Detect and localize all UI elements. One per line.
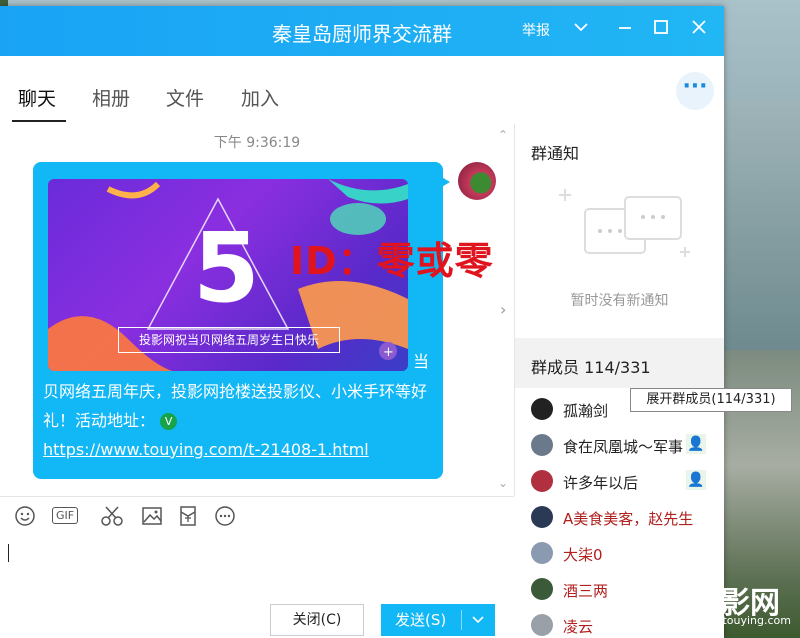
qq-group-chat-window: 秦皇岛厨师界交流群 举报 聊天 相册 文件 加入 ··· ⌃ 下午 9:36:1… xyxy=(0,6,724,638)
message-body: 贝网络五周年庆，投影网抢楼送投影仪、小米手环等好礼！活动地址： xyxy=(43,382,428,430)
redpacket-icon[interactable] xyxy=(178,505,198,531)
more-icon[interactable] xyxy=(214,505,236,531)
report-button[interactable]: 举报 xyxy=(522,20,550,40)
members-header[interactable]: 群成员 114/331 xyxy=(515,338,724,388)
member-item[interactable]: 食在凤凰城～军事 👤 xyxy=(531,432,721,462)
member-name: A美食美客，赵先生 xyxy=(563,510,694,528)
send-button[interactable]: 发送(S) xyxy=(381,604,495,636)
member-item[interactable]: A美食美客，赵先生 xyxy=(531,504,721,534)
message-text: 贝网络五周年庆，投影网抢楼送投影仪、小米手环等好礼！活动地址： V https:… xyxy=(43,377,438,464)
notice-empty-text: 暂时没有新通知 xyxy=(570,293,669,309)
avatar xyxy=(531,542,553,564)
empty-notice-illustration xyxy=(559,189,690,257)
message-input[interactable] xyxy=(0,536,514,598)
member-name: 大柒0 xyxy=(563,546,603,564)
active-tab-indicator xyxy=(12,120,66,122)
close-button[interactable]: 关闭(C) xyxy=(270,604,364,636)
background-water xyxy=(724,100,800,350)
member-name: 食在凤凰城～军事 xyxy=(563,438,684,456)
tab-chat[interactable]: 聊天 xyxy=(18,84,56,111)
avatar xyxy=(531,578,553,600)
avatar xyxy=(531,434,553,456)
message-bubble[interactable]: 5 + 投影网祝当贝网络五周岁生日快乐 当 贝网络五周年庆，投影网抢楼送投影仪、… xyxy=(33,162,443,479)
avatar xyxy=(531,506,553,528)
avatar xyxy=(531,470,553,492)
send-divider xyxy=(461,610,462,630)
member-item[interactable]: 大柒0 xyxy=(531,540,721,570)
image-icon[interactable] xyxy=(141,505,163,531)
tab-bar: 聊天 相册 文件 加入 ··· xyxy=(0,56,724,125)
input-toolbar: GIF xyxy=(0,496,514,537)
message-timestamp: 下午 9:36:19 xyxy=(213,135,301,151)
activity-link[interactable]: https://www.touying.com/t-21408-1.html xyxy=(43,440,369,459)
id-watermark-text: ID：零或零 xyxy=(290,239,494,283)
tab-album[interactable]: 相册 xyxy=(92,84,130,111)
user-badge-icon: 👤 xyxy=(686,470,706,490)
gif-icon[interactable]: GIF xyxy=(52,507,79,524)
avatar xyxy=(531,614,553,636)
send-options-chevron-icon[interactable] xyxy=(469,604,487,638)
title-bar[interactable]: 秦皇岛厨师界交流群 举报 xyxy=(0,6,724,56)
minimize-icon[interactable] xyxy=(616,18,634,40)
action-bar: 关闭(C) 发送(S) xyxy=(0,598,514,638)
message-lead-char: 当 xyxy=(413,352,430,371)
chat-message-area[interactable]: ⌃ 下午 9:36:19 5 + 投影网祝当贝网络五周岁生日快乐 当 贝网络五周… xyxy=(0,124,515,496)
banner-five: 5 xyxy=(193,212,260,324)
scissors-icon[interactable] xyxy=(100,505,124,531)
svg-text:+: + xyxy=(383,345,394,360)
logo-url: www.touying.com xyxy=(693,614,792,627)
avatar[interactable] xyxy=(458,162,496,200)
touying-logo-icon xyxy=(654,584,684,614)
close-icon[interactable] xyxy=(690,18,708,40)
member-name: 凌云 xyxy=(563,618,594,636)
group-sidebar: 群通知 暂时没有新通知 群成员 114/331 孤瀚剑 食在凤凰城～军事 👤 许… xyxy=(515,124,724,638)
gif-label: GIF xyxy=(52,507,79,524)
penguin-avatar-icon xyxy=(531,398,553,420)
member-name: 许多年以后 xyxy=(563,474,639,492)
scroll-down-icon[interactable]: ⌄ xyxy=(498,476,508,490)
emoji-icon[interactable] xyxy=(14,505,36,531)
notice-title[interactable]: 群通知 xyxy=(531,140,579,164)
members-title: 群成员 114/331 xyxy=(531,358,651,377)
banner-caption: 投影网祝当贝网络五周岁生日快乐 xyxy=(118,327,340,353)
member-name: 酒三两 xyxy=(563,582,609,600)
member-name: 孤瀚剑 xyxy=(563,402,609,420)
members-tooltip: 展开群成员(114/331) xyxy=(630,388,792,412)
text-caret xyxy=(8,544,9,562)
chevron-right-icon[interactable]: › xyxy=(500,300,506,319)
chevron-down-icon[interactable] xyxy=(572,18,590,40)
more-options-button[interactable]: ··· xyxy=(676,72,714,110)
member-item[interactable]: 许多年以后 👤 xyxy=(531,468,721,498)
user-badge-icon: 👤 xyxy=(686,434,706,454)
maximize-icon[interactable] xyxy=(652,18,670,40)
tab-files[interactable]: 文件 xyxy=(166,84,204,111)
send-label: 发送(S) xyxy=(395,611,447,629)
verified-v-icon: V xyxy=(160,413,178,430)
tab-join[interactable]: 加入 xyxy=(241,84,279,111)
